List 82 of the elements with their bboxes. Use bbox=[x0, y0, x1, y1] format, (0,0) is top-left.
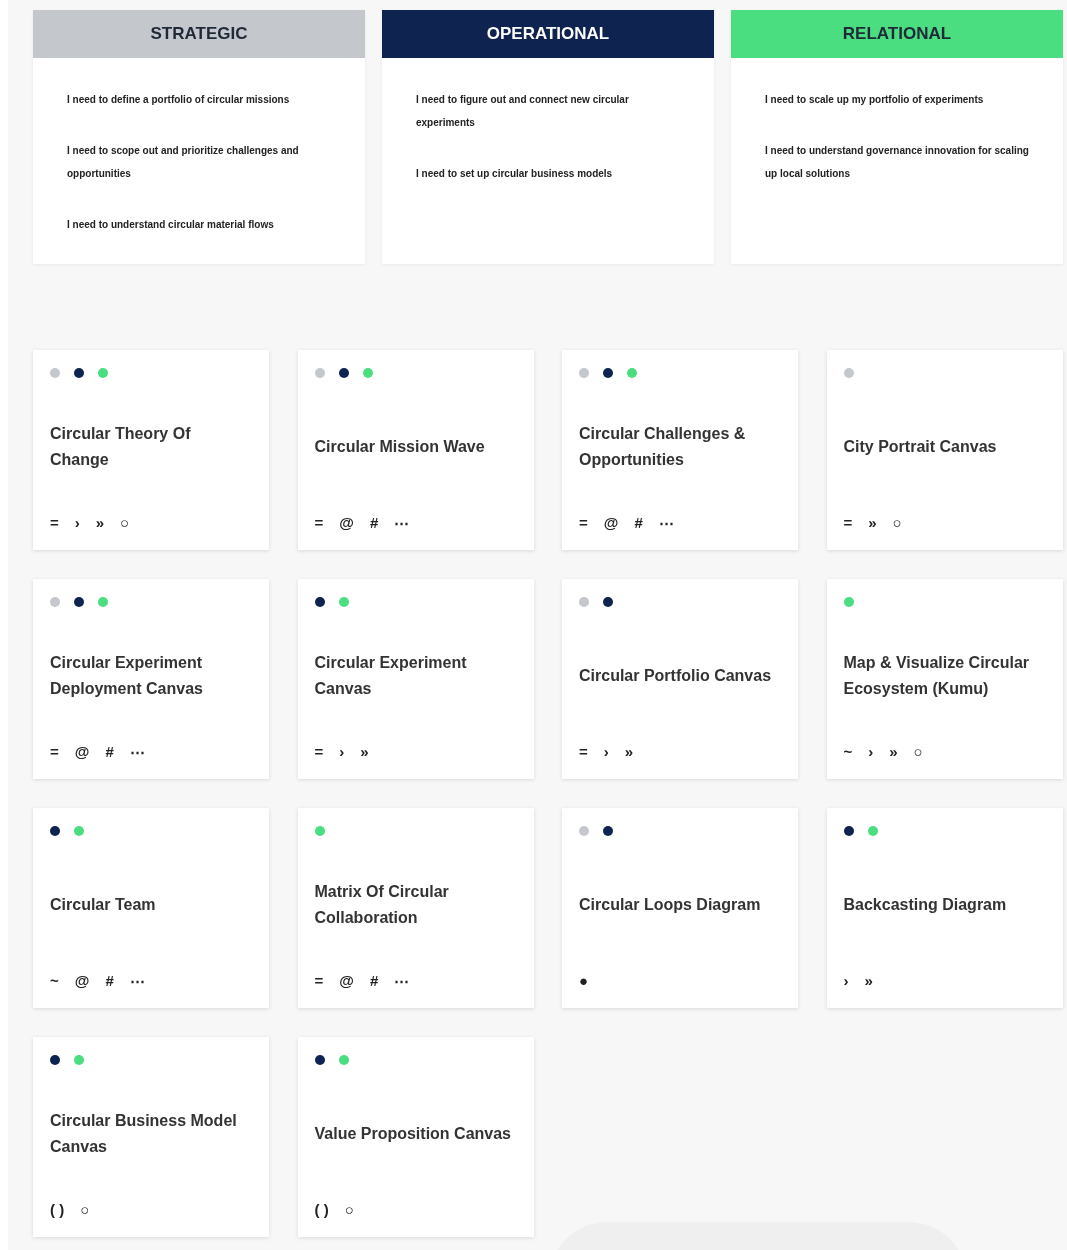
category-header: OPERATIONAL bbox=[382, 10, 714, 58]
tool-card[interactable]: Matrix Of Circular Collaboration = @ # ⋯ bbox=[297, 808, 534, 1008]
tool-title: Value Proposition Canvas bbox=[314, 1123, 511, 1144]
tool-title: City Portrait Canvas bbox=[843, 436, 997, 457]
tool-symbol: ⋯ bbox=[394, 515, 410, 531]
need-statement[interactable]: I need to scope out and prioritize challenges and opportunities bbox=[67, 139, 335, 185]
tool-symbol: = bbox=[50, 744, 59, 760]
tool-symbol: ⋯ bbox=[129, 973, 145, 989]
tool-title: Circular Experiment Deployment Canvas bbox=[50, 652, 204, 699]
tool-symbol: = bbox=[314, 744, 324, 760]
tool-symbol: ○ bbox=[120, 515, 130, 531]
tool-symbol: ● bbox=[579, 973, 589, 989]
tool-title: Map & Visualize Circular Ecosystem (Kumu) bbox=[843, 652, 1031, 699]
tool-card[interactable]: Map & Visualize Circular Ecosystem (Kumu) ~ › » ○ bbox=[826, 579, 1063, 779]
tool-symbol: = bbox=[579, 515, 588, 531]
tool-symbol: # bbox=[105, 973, 114, 989]
tool-symbol: = bbox=[579, 744, 588, 760]
tool-symbol: # bbox=[369, 515, 379, 531]
tool-symbol: ( ) bbox=[50, 1202, 65, 1218]
tool-symbol: # bbox=[369, 973, 379, 989]
tool-symbol: @ bbox=[339, 973, 354, 989]
need-statement[interactable]: I need to define a portfolio of circular missions bbox=[67, 88, 335, 111]
need-statement[interactable]: I need to figure out and connect new circular experiments bbox=[416, 88, 684, 134]
tool-symbol: » bbox=[624, 744, 634, 760]
need-statement[interactable]: I need to understand governance innovation for scaling up local solutions bbox=[765, 139, 1033, 185]
tool-card[interactable]: Circular Team ~ @ # ⋯ bbox=[33, 808, 269, 1008]
tool-title: Circular Mission Wave bbox=[314, 436, 485, 457]
tool-title: Circular Challenges & Opportunities bbox=[579, 423, 747, 470]
tool-title: Matrix Of Circular Collaboration bbox=[314, 881, 450, 928]
need-statement[interactable]: I need to scale up my portfolio of experiments bbox=[765, 88, 1033, 111]
tool-card[interactable]: Circular Business Model Canvas ( ) ○ bbox=[33, 1037, 269, 1237]
tool-title: Circular Loops Diagram bbox=[579, 894, 761, 915]
tool-symbol: › bbox=[339, 744, 345, 760]
tool-symbol: @ bbox=[603, 515, 619, 531]
tool-symbol: » bbox=[360, 744, 369, 760]
tool-symbol: ○ bbox=[80, 1202, 90, 1218]
tool-title: Circular Experiment Canvas bbox=[314, 652, 468, 699]
tool-title: Circular Business Model Canvas bbox=[50, 1110, 238, 1157]
tool-symbol: » bbox=[868, 515, 877, 531]
tool-card[interactable]: Value Proposition Canvas ( ) ○ bbox=[297, 1037, 534, 1237]
tool-symbol: » bbox=[95, 515, 105, 531]
category-header: STRATEGIC bbox=[33, 10, 365, 58]
tool-card[interactable]: Circular Experiment Deployment Canvas = @ # ⋯ bbox=[33, 579, 269, 779]
tool-title: Circular Theory Of Change bbox=[50, 423, 192, 470]
tool-symbol: › bbox=[843, 973, 849, 989]
tool-symbol: ( ) bbox=[314, 1202, 329, 1218]
tool-symbol: = bbox=[50, 515, 59, 531]
tool-symbol: ⋯ bbox=[394, 973, 410, 989]
tool-symbol: # bbox=[105, 744, 114, 760]
tool-symbol: = bbox=[314, 515, 324, 531]
tool-symbol: » bbox=[889, 744, 898, 760]
tool-symbol: » bbox=[864, 973, 873, 989]
need-statement[interactable]: I need to understand circular material flows bbox=[67, 213, 335, 236]
tool-title: Backcasting Diagram bbox=[843, 894, 1007, 915]
tool-card[interactable]: Circular Theory Of Change = › » ○ bbox=[33, 350, 269, 550]
tool-symbol: › bbox=[603, 744, 609, 760]
tool-card[interactable]: Circular Mission Wave = @ # ⋯ bbox=[297, 350, 534, 550]
tool-symbol: ~ bbox=[50, 973, 59, 989]
tool-card[interactable]: Circular Experiment Canvas = › » bbox=[297, 579, 534, 779]
tool-symbol: ○ bbox=[344, 1202, 354, 1218]
tool-symbol: # bbox=[634, 515, 643, 531]
tool-card[interactable]: Circular Portfolio Canvas = › » bbox=[562, 579, 798, 779]
tool-symbol: › bbox=[868, 744, 874, 760]
tool-card[interactable]: Circular Loops Diagram ● bbox=[562, 808, 798, 1008]
tool-symbol: ~ bbox=[843, 744, 853, 760]
tool-symbol: ⋯ bbox=[658, 515, 674, 531]
tool-symbol: › bbox=[74, 515, 80, 531]
tool-symbol: = bbox=[843, 515, 853, 531]
tool-symbol: ○ bbox=[913, 744, 923, 760]
tool-symbol: ⋯ bbox=[129, 744, 145, 760]
tool-card[interactable]: City Portrait Canvas = » ○ bbox=[826, 350, 1063, 550]
tool-symbol: ○ bbox=[892, 515, 902, 531]
category-header: RELATIONAL bbox=[731, 10, 1063, 58]
tool-symbol: @ bbox=[339, 515, 354, 531]
need-statement[interactable]: I need to set up circular business models bbox=[416, 162, 684, 185]
tool-title: Circular Team bbox=[50, 894, 156, 915]
tool-title: Circular Portfolio Canvas bbox=[579, 665, 772, 686]
tool-symbol: @ bbox=[74, 973, 90, 989]
tool-card[interactable]: Backcasting Diagram › » bbox=[826, 808, 1063, 1008]
tool-symbol: = bbox=[314, 973, 324, 989]
tool-card[interactable]: Circular Challenges & Opportunities = @ # ⋯ bbox=[562, 350, 798, 550]
tool-symbol: @ bbox=[74, 744, 90, 760]
